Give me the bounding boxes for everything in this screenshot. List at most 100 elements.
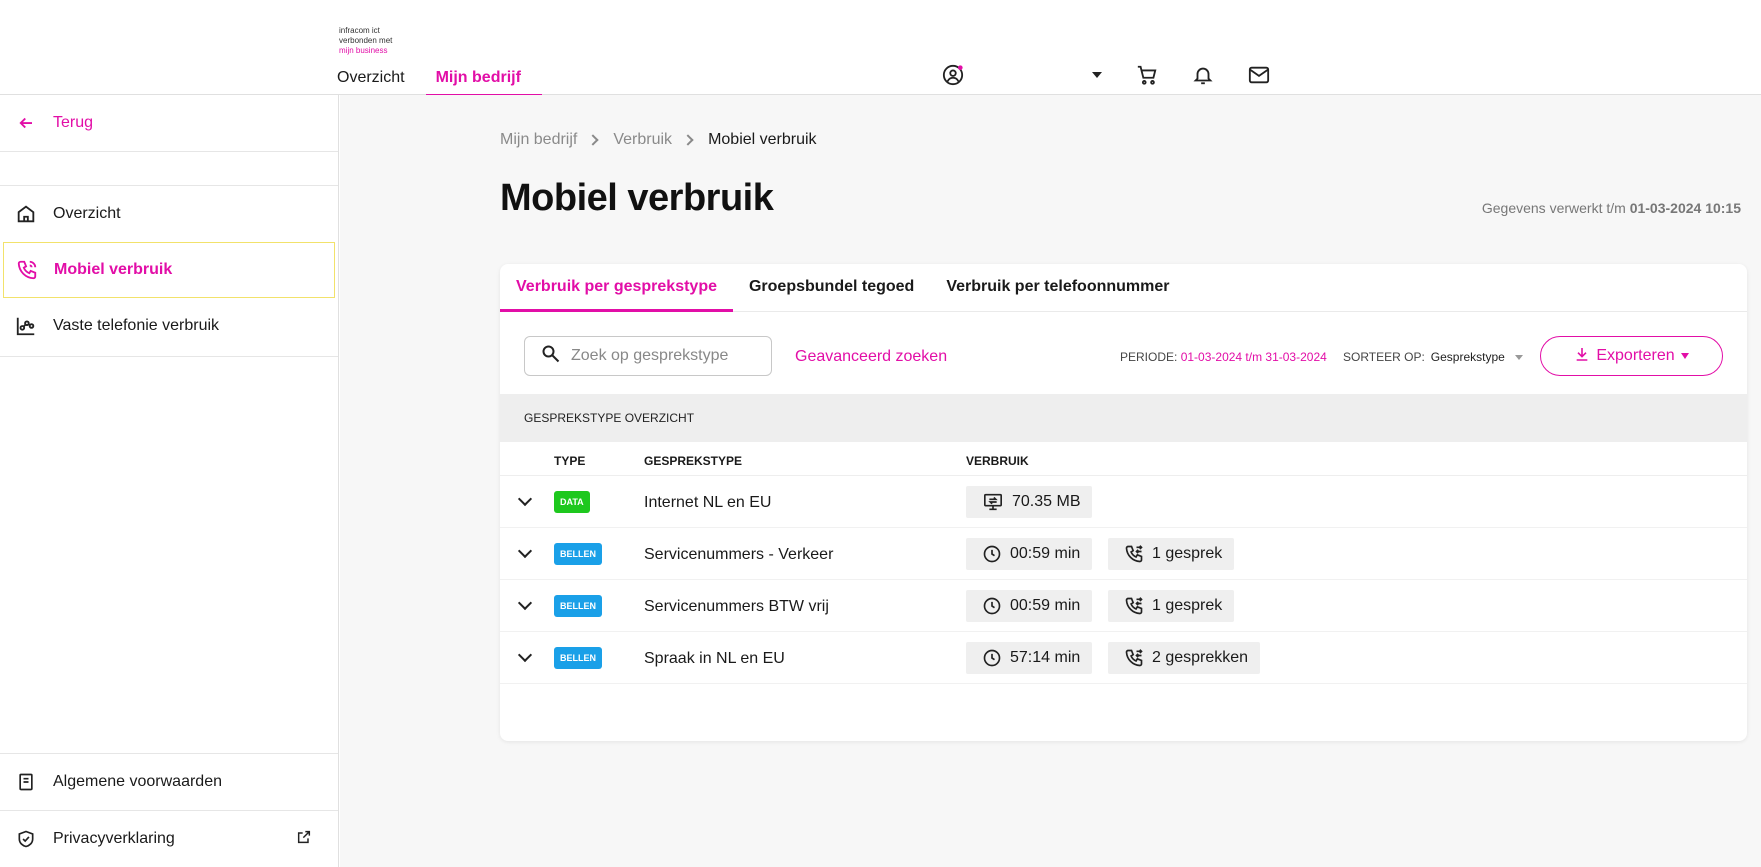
sidebar-item-overzicht[interactable]: Overzicht <box>0 186 338 242</box>
table-row[interactable]: BELLEN Spraak in NL en EU 57:14 min 2 ge… <box>500 632 1747 684</box>
phone-icon <box>15 258 39 282</box>
usage-value: 00:59 min <box>1010 545 1081 562</box>
phone-transfer-icon <box>1124 544 1144 564</box>
chevron-down-icon <box>1680 353 1689 359</box>
sidebar-item-label: Overzicht <box>53 205 121 222</box>
top-nav-overzicht[interactable]: Overzicht <box>337 66 416 97</box>
tab-groepsbundel-tegoed[interactable]: Groepsbundel tegoed <box>733 264 930 311</box>
data-transfer-icon <box>982 492 1004 512</box>
bell-icon[interactable] <box>1190 62 1216 88</box>
sort-label: SORTEER OP: <box>1343 350 1425 364</box>
sidebar-nav: Overzicht Mobiel verbruik Vaste telefoni… <box>0 186 338 357</box>
gesprekstype-name: Spraak in NL en EU <box>644 650 785 667</box>
sidebar-item-label: Vaste telefonie verbruik <box>53 317 220 334</box>
top-nav: Overzicht Mijn bedrijf <box>337 66 543 97</box>
phone-transfer-icon <box>1124 596 1144 616</box>
periode-filter[interactable]: PERIODE: 01-03-2024 t/m 31-03-2024 <box>1120 350 1327 364</box>
sort-dropdown[interactable]: SORTEER OP: Gesprekstype <box>1343 350 1523 364</box>
clock-icon <box>982 544 1002 564</box>
table-row[interactable]: BELLEN Servicenummers - Verkeer 00:59 mi… <box>500 528 1747 580</box>
type-badge: BELLEN <box>554 543 602 565</box>
search-box <box>524 336 772 376</box>
tab-bar: Verbruik per gesprekstype Groepsbundel t… <box>500 264 1747 312</box>
calls-chip: 1 gesprek <box>1108 538 1235 570</box>
gesprekstype-name: Internet NL en EU <box>644 494 772 511</box>
main-content: Mijn bedrijf Verbruik Mobiel verbruik Mo… <box>340 95 1761 867</box>
usage-chip: 00:59 min <box>966 590 1093 622</box>
phone-transfer-icon <box>1124 648 1144 668</box>
section-header: GESPREKSTYPE OVERZICHT <box>500 394 1747 442</box>
chevron-right-icon <box>587 134 600 146</box>
book-icon <box>14 770 38 794</box>
gesprekstype-name: Servicenummers BTW vrij <box>644 598 829 615</box>
clock-icon <box>982 596 1002 616</box>
breadcrumb: Mijn bedrijf Verbruik Mobiel verbruik <box>500 131 817 149</box>
top-header: infracom ict verbonden met mijn business… <box>0 0 1761 97</box>
usage-value: 70.35 MB <box>1012 493 1081 510</box>
advanced-search-link[interactable]: Geavanceerd zoeken <box>795 348 947 366</box>
chart-icon <box>14 314 38 338</box>
type-badge: BELLEN <box>554 595 602 617</box>
sidebar-item-privacyverklaring[interactable]: Privacyverklaring <box>0 810 338 867</box>
mail-icon[interactable] <box>1246 62 1272 88</box>
sidebar-item-mobiel-verbruik[interactable]: Mobiel verbruik <box>3 242 335 298</box>
back-label: Terug <box>53 114 94 131</box>
calls-value: 1 gesprek <box>1152 597 1223 614</box>
chevron-down-icon <box>1514 354 1523 360</box>
tab-verbruik-per-gesprekstype[interactable]: Verbruik per gesprekstype <box>500 264 733 312</box>
clock-icon <box>982 648 1002 668</box>
col-gesprekstype: GESPREKSTYPE <box>644 454 743 468</box>
calls-chip: 1 gesprek <box>1108 590 1235 622</box>
tab-verbruik-per-telefoonnummer[interactable]: Verbruik per telefoonnummer <box>930 264 1185 311</box>
calls-chip: 2 gesprekken <box>1108 642 1261 674</box>
back-link[interactable]: Terug <box>0 95 338 152</box>
sidebar-item-algemene-voorwaarden[interactable]: Algemene voorwaarden <box>0 753 338 810</box>
sidebar-item-label: Mobiel verbruik <box>54 261 173 278</box>
chevron-down-icon[interactable] <box>517 595 533 611</box>
breadcrumb-item[interactable]: Verbruik <box>613 131 672 149</box>
table-row[interactable]: BELLEN Servicenummers BTW vrij 00:59 min… <box>500 580 1747 632</box>
logo[interactable]: infracom ict verbonden met mijn business <box>339 26 392 56</box>
chevron-down-icon[interactable] <box>517 543 533 559</box>
chevron-down-icon[interactable] <box>1084 62 1110 88</box>
calls-value: 2 gesprekken <box>1152 649 1249 666</box>
logo-line-3: mijn business <box>339 46 388 55</box>
arrow-left-icon <box>14 111 38 135</box>
periode-value: 01-03-2024 t/m 31-03-2024 <box>1180 350 1327 364</box>
sort-value: Gesprekstype <box>1430 350 1505 364</box>
chevron-down-icon[interactable] <box>517 647 533 663</box>
usage-value: 00:59 min <box>1010 597 1081 614</box>
top-nav-mijn-bedrijf[interactable]: Mijn bedrijf <box>425 66 543 97</box>
usage-chip: 70.35 MB <box>966 486 1093 518</box>
cart-icon[interactable] <box>1134 62 1160 88</box>
col-verbruik: VERBRUIK <box>966 454 1029 468</box>
chevron-down-icon[interactable] <box>517 491 533 507</box>
shield-icon <box>14 827 38 851</box>
table-row[interactable]: DATA Internet NL en EU 70.35 MB <box>500 476 1747 528</box>
table-header: TYPE GESPREKSTYPE VERBRUIK <box>500 442 1747 476</box>
export-label: Exporteren <box>1596 347 1675 364</box>
sidebar-item-label: Algemene voorwaarden <box>53 773 222 790</box>
export-button[interactable]: Exporteren <box>1540 336 1723 376</box>
user-icon[interactable] <box>940 62 966 88</box>
sidebar-item-vaste-telefonie[interactable]: Vaste telefonie verbruik <box>0 298 338 354</box>
external-link-icon <box>296 829 312 850</box>
chevron-right-icon <box>682 134 694 146</box>
sidebar-bottom: Algemene voorwaarden Privacyverklaring <box>0 753 338 867</box>
sidebar: Terug Overzicht Mobiel verbruik Vaste te… <box>0 95 339 867</box>
calls-value: 1 gesprek <box>1152 545 1223 562</box>
type-badge: DATA <box>554 491 590 513</box>
usage-chip: 57:14 min <box>966 642 1093 674</box>
gesprekstype-name: Servicenummers - Verkeer <box>644 546 834 563</box>
usage-chip: 00:59 min <box>966 538 1093 570</box>
header-icons <box>940 62 1272 88</box>
periode-label: PERIODE: <box>1120 350 1178 364</box>
logo-line-1: infracom ict <box>339 26 380 35</box>
processed-date: 01-03-2024 10:15 <box>1629 200 1741 216</box>
search-input[interactable] <box>571 347 761 365</box>
usage-value: 57:14 min <box>1010 649 1081 666</box>
breadcrumb-current: Mobiel verbruik <box>708 131 817 148</box>
usage-card: Verbruik per gesprekstype Groepsbundel t… <box>500 264 1747 741</box>
breadcrumb-item[interactable]: Mijn bedrijf <box>500 131 577 149</box>
home-icon <box>14 202 38 226</box>
